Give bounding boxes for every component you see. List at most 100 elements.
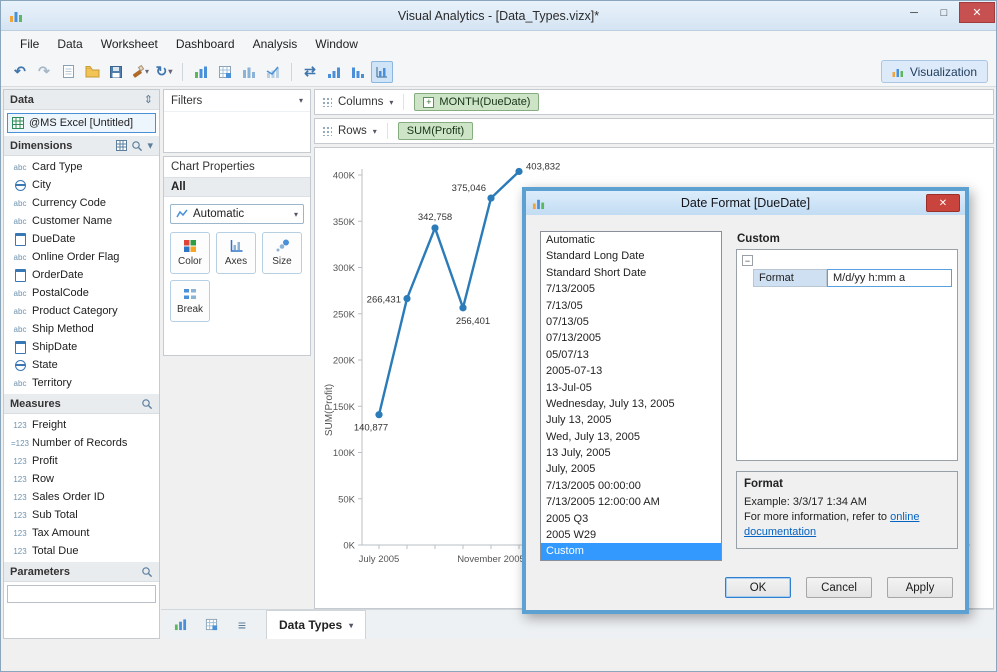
dimension-item[interactable]: Territory — [4, 374, 159, 392]
format-option[interactable]: 7/13/2005 00:00:00 — [541, 478, 721, 494]
dimension-item[interactable]: Card Type — [4, 158, 159, 176]
dropdown-caret-icon[interactable]: ▾ — [299, 96, 303, 105]
measures-title: Measures — [10, 398, 61, 410]
format-option[interactable]: July, 2005 — [541, 461, 721, 477]
measure-item[interactable]: Total Due — [4, 542, 159, 560]
format-option[interactable]: 07/13/2005 — [541, 330, 721, 346]
format-option[interactable]: Automatic — [541, 232, 721, 248]
menu-item[interactable]: Window — [306, 33, 367, 55]
size-button[interactable]: Size — [262, 232, 302, 274]
dropdown-caret-icon[interactable]: ▾ — [147, 139, 153, 152]
format-option[interactable]: Standard Short Date — [541, 265, 721, 281]
format-option[interactable]: 2005-07-13 — [541, 363, 721, 379]
dialog-close-button[interactable]: ✕ — [926, 194, 960, 212]
break-button[interactable]: Break — [170, 280, 210, 322]
dimension-item[interactable]: Currency Code — [4, 194, 159, 212]
columns-shelf-label[interactable]: Columns — [338, 96, 383, 108]
dimension-item[interactable]: Online Order Flag — [4, 248, 159, 266]
refresh-icon[interactable]: ↻▾ — [153, 61, 175, 83]
cancel-button[interactable]: Cancel — [806, 577, 872, 598]
parameters-box[interactable] — [7, 585, 156, 603]
format-option[interactable]: Wednesday, July 13, 2005 — [541, 396, 721, 412]
measure-item[interactable]: Row — [4, 470, 159, 488]
columns-pill[interactable]: + MONTH(DueDate) — [414, 93, 539, 111]
format-option[interactable]: 7/13/2005 — [541, 281, 721, 297]
measure-item[interactable]: Profit — [4, 452, 159, 470]
format-option[interactable]: Wed, July 13, 2005 — [541, 429, 721, 445]
new-workbook-icon[interactable] — [57, 61, 79, 83]
dimension-item[interactable]: PostalCode — [4, 284, 159, 302]
new-worksheet-tab-icon[interactable] — [169, 615, 191, 635]
open-folder-icon[interactable] — [81, 61, 103, 83]
format-option[interactable]: Standard Long Date — [541, 248, 721, 264]
swap-axes-icon[interactable]: ⇄ — [299, 61, 321, 83]
sort-ascending-icon[interactable] — [323, 61, 345, 83]
format-option[interactable]: 2005 Q3 — [541, 511, 721, 527]
format-option[interactable]: 2005 W29 — [541, 527, 721, 543]
data-source-item[interactable]: @MS Excel [Untitled] — [7, 113, 156, 133]
new-dashboard-tab-icon[interactable] — [200, 615, 222, 635]
format-option[interactable]: 13 July, 2005 — [541, 445, 721, 461]
search-icon[interactable] — [141, 566, 153, 578]
search-icon[interactable] — [131, 140, 143, 152]
measure-item[interactable]: Freight — [4, 416, 159, 434]
ok-button[interactable]: OK — [725, 577, 791, 598]
menu-item[interactable]: File — [11, 33, 48, 55]
view-data-icon[interactable] — [116, 140, 127, 151]
format-value-input[interactable]: M/d/yy h:mm a — [827, 269, 952, 287]
sort-updown-icon[interactable]: ⇕ — [144, 93, 153, 106]
format-option[interactable]: 13-Jul-05 — [541, 380, 721, 396]
close-button[interactable]: ✕ — [959, 2, 995, 23]
dimension-item[interactable]: Ship Method — [4, 320, 159, 338]
tab-caret-icon[interactable]: ▾ — [349, 621, 353, 630]
dimension-item[interactable]: City — [4, 176, 159, 194]
rows-pill[interactable]: SUM(Profit) — [398, 122, 473, 140]
new-worksheet-icon[interactable] — [214, 61, 236, 83]
dimension-item[interactable]: State — [4, 356, 159, 374]
save-icon[interactable] — [105, 61, 127, 83]
search-icon[interactable] — [141, 398, 153, 410]
collapse-icon[interactable]: − — [742, 255, 753, 266]
color-button[interactable]: Color — [170, 232, 210, 274]
measure-item[interactable]: Number of Records — [4, 434, 159, 452]
format-painter-icon[interactable]: ▾ — [129, 61, 151, 83]
sheet-tab-active[interactable]: Data Types ▾ — [266, 610, 366, 639]
sort-descending-icon[interactable] — [347, 61, 369, 83]
column-chart-icon[interactable] — [238, 61, 260, 83]
combo-chart-icon[interactable] — [262, 61, 284, 83]
dimension-item[interactable]: Product Category — [4, 302, 159, 320]
measure-item[interactable]: Tax Amount — [4, 524, 159, 542]
dimension-item[interactable]: OrderDate — [4, 266, 159, 284]
menu-item[interactable]: Data — [48, 33, 91, 55]
undo-icon[interactable]: ↶ — [9, 61, 31, 83]
measure-item[interactable]: Sub Total — [4, 506, 159, 524]
sheet-list-icon[interactable]: ≡ — [231, 615, 253, 635]
minimize-button[interactable]: ─ — [899, 2, 929, 23]
dimension-item[interactable]: DueDate — [4, 230, 159, 248]
measure-item[interactable]: Sales Order ID — [4, 488, 159, 506]
format-option[interactable]: 07/13/05 — [541, 314, 721, 330]
chart-properties-scope[interactable]: All — [164, 177, 310, 197]
menu-item[interactable]: Worksheet — [92, 33, 167, 55]
menu-item[interactable]: Dashboard — [167, 33, 244, 55]
menu-item[interactable]: Analysis — [244, 33, 307, 55]
maximize-button[interactable]: □ — [929, 2, 959, 23]
format-option[interactable]: 7/13/05 — [541, 298, 721, 314]
format-option[interactable]: 05/07/13 — [541, 347, 721, 363]
chart-type-dropdown[interactable]: Automatic ▾ — [170, 204, 304, 224]
dropdown-caret-icon[interactable]: ▾ — [373, 127, 377, 136]
dimension-item[interactable]: ShipDate — [4, 338, 159, 356]
apply-button[interactable]: Apply — [887, 577, 953, 598]
format-option[interactable]: 7/13/2005 12:00:00 AM — [541, 494, 721, 510]
expand-icon[interactable]: + — [423, 97, 434, 108]
redo-icon[interactable]: ↷ — [33, 61, 55, 83]
format-option[interactable]: Custom — [541, 543, 721, 559]
dropdown-caret-icon[interactable]: ▾ — [389, 98, 393, 107]
bar-chart-icon[interactable] — [190, 61, 212, 83]
rows-shelf-label[interactable]: Rows — [338, 125, 367, 137]
visualization-button[interactable]: Visualization — [881, 60, 988, 83]
dimension-item[interactable]: Customer Name — [4, 212, 159, 230]
axes-button[interactable]: Axes — [216, 232, 256, 274]
show-me-chart-icon[interactable] — [371, 61, 393, 83]
format-option[interactable]: July 13, 2005 — [541, 412, 721, 428]
